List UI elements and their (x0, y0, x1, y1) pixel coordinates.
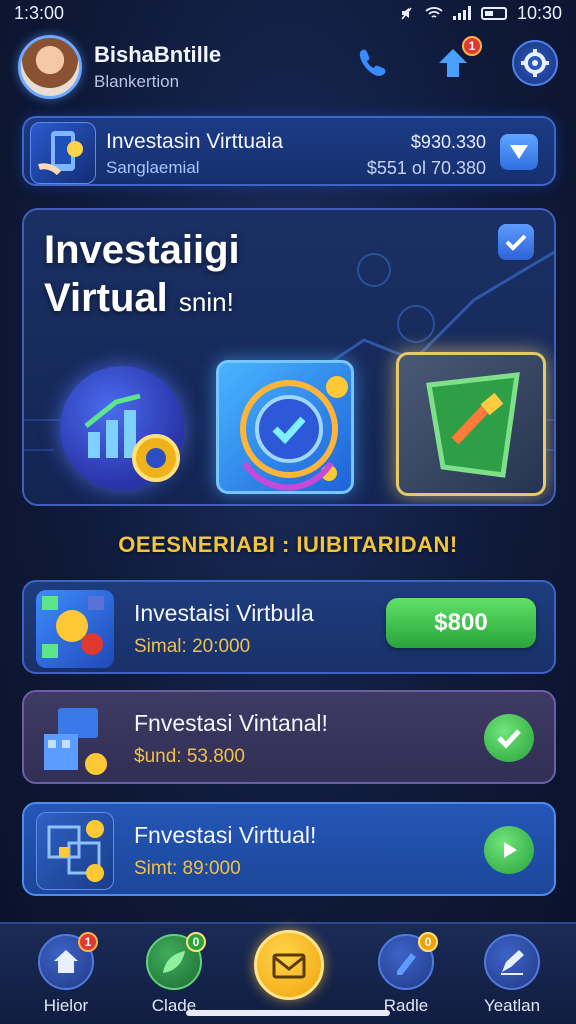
nav-radle-circle: 0 (378, 932, 438, 990)
green-shield-icon (426, 372, 520, 478)
investment-amount: Simt: 89:000 (134, 858, 241, 879)
nav-clade-circle: 0 (146, 932, 206, 990)
hero-banner[interactable]: Investaiigi Virtual snin! (22, 208, 556, 506)
profile-header: BishaBntille Blankertion 1 (18, 34, 558, 100)
hero-title-line1: Investaiigi (44, 228, 240, 272)
play-icon (504, 842, 517, 858)
status-clock: 10:30 (516, 2, 562, 23)
nav-badge: 1 (78, 932, 98, 952)
investment-amount: $und: 53.800 (134, 746, 245, 767)
wifi-icon (425, 7, 443, 18)
bottom-nav: 1 Hielor 0 Clade 0 Radle Yeatlan (0, 922, 576, 1024)
leaf-icon (163, 951, 185, 973)
nav-home-circle: 1 (38, 932, 98, 990)
nav-item-clade[interactable]: 0 Clade (134, 932, 214, 1016)
hero-check-button[interactable] (498, 224, 534, 260)
hero-title-line2: Virtual (44, 276, 168, 320)
investment-amount: Simal: 20:000 (134, 636, 251, 657)
home-indicator[interactable] (186, 1010, 390, 1016)
transfer-icon (36, 812, 114, 890)
nav-badge: 0 (418, 932, 438, 952)
checkmark-icon (510, 145, 528, 159)
mute-icon (401, 7, 412, 20)
settings-button[interactable] (512, 40, 558, 86)
investment-title: Fnvestasi Vintanal! (134, 710, 328, 736)
summary-secondary-value: $551 ol 70.380 (366, 158, 486, 178)
hero-title: Investaiigi Virtual snin! (44, 226, 240, 326)
status-bar: 1:3:00 10:30 (0, 0, 576, 26)
summary-subtitle: Sanglaemial (106, 158, 200, 177)
section-headline: OEESNERIABI : IUIBITARIDAN! (118, 532, 458, 557)
bar-chart-icon (84, 393, 180, 482)
nav-badge: 0 (186, 932, 206, 952)
edit-icon (501, 950, 524, 975)
profile-subtitle: Blankertion (94, 72, 180, 91)
mail-icon (272, 953, 306, 979)
battery-icon (480, 6, 507, 20)
signal-icon (452, 6, 471, 20)
coin-dashboard-icon (36, 590, 114, 668)
investment-row[interactable]: Fnvestasi Vintanal! $und: 53.800 (22, 690, 556, 784)
profile-info: BishaBntille Blankertion (94, 42, 221, 92)
security-shield-tile[interactable] (216, 360, 354, 494)
nav-item-home[interactable]: 1 Hielor (26, 932, 106, 1016)
status-time: 1:3:00 (14, 2, 65, 23)
checkmark-icon (505, 234, 527, 251)
price-button[interactable]: $800 (386, 598, 536, 648)
investment-row[interactable]: Fnvestasi Virttual! Simt: 89:000 (22, 802, 556, 896)
gear-icon (521, 49, 549, 77)
nav-item-radle[interactable]: 0 Radle (366, 932, 446, 1016)
phone-investment-icon (30, 122, 96, 184)
phone-button[interactable] (348, 40, 394, 86)
summary-title: Investasin Virttuaia (106, 130, 284, 153)
home-icon (54, 950, 78, 973)
notifications-button[interactable]: 1 (430, 36, 482, 86)
building-coin-icon (36, 700, 114, 778)
nav-yeatlan-circle (484, 934, 540, 990)
summary-value: $930.330 (410, 132, 486, 152)
nav-label: Yeatlan (483, 996, 541, 1015)
confirm-button[interactable] (484, 714, 534, 762)
investment-title: Fnvestasi Virttual! (134, 822, 317, 848)
growth-shield-tile[interactable] (396, 352, 546, 496)
investment-title: Investaisi Virtbula (134, 600, 314, 626)
hero-title-suffix: snin! (178, 287, 234, 317)
investment-row[interactable]: Investaisi Virtbula Simal: 20:000 $800 (22, 580, 556, 674)
pen-icon (397, 953, 416, 975)
header-actions: 1 (348, 36, 558, 86)
checkmark-icon (497, 729, 521, 749)
shield-check-icon (240, 376, 348, 491)
summary-card[interactable]: Investasin Virttuaia Sanglaemial $930.33… (22, 116, 556, 186)
avatar[interactable] (18, 35, 82, 99)
notification-badge: 1 (462, 36, 482, 56)
nav-item-yeatlan[interactable]: Yeatlan (472, 934, 552, 1016)
play-button[interactable] (484, 826, 534, 874)
profile-name: BishaBntille (94, 42, 222, 67)
summary-check-button[interactable] (500, 134, 538, 170)
nav-label: Hielor (43, 996, 89, 1015)
center-action-button[interactable] (254, 930, 324, 1000)
phone-icon (359, 49, 386, 76)
growth-chart-tile[interactable] (60, 366, 184, 490)
status-icons: 10:30 (399, 3, 562, 24)
